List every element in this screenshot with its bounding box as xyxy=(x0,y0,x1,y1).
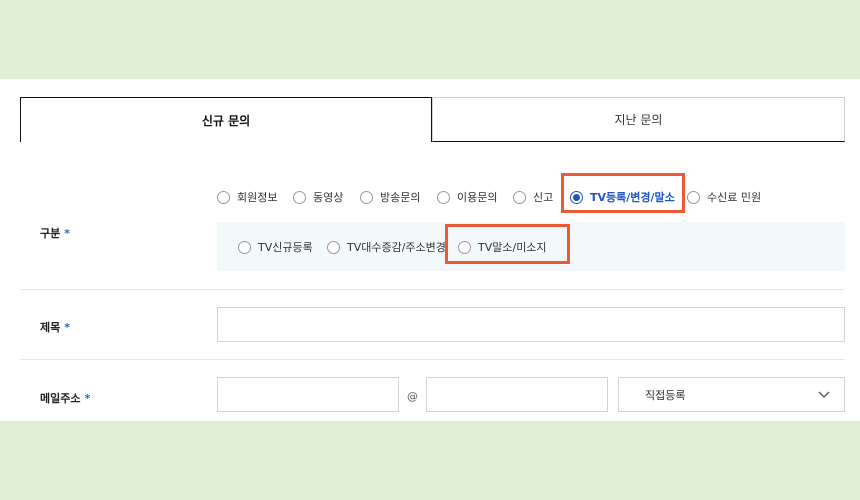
radio-tv-registration[interactable]: TV등록/변경/말소 xyxy=(570,189,675,205)
radio-license-fee[interactable]: 수신료 민원 xyxy=(687,189,761,205)
row-divider xyxy=(20,359,845,360)
radio-circle-icon xyxy=(687,190,700,204)
radio-label: 신고 xyxy=(533,191,554,204)
radio-label: TV말소/미소지 xyxy=(478,241,547,254)
tab-past-inquiry[interactable]: 지난 문의 xyxy=(432,97,845,142)
radio-label: 수신료 민원 xyxy=(707,191,762,204)
radio-circle-icon xyxy=(327,240,340,254)
radio-tv-deregister[interactable]: TV말소/미소지 xyxy=(458,239,547,255)
at-symbol: @ xyxy=(407,390,418,403)
email-domain-input[interactable] xyxy=(426,377,608,412)
radio-label: 회원정보 xyxy=(237,191,278,204)
radio-circle-icon xyxy=(217,190,230,204)
radio-broadcast[interactable]: 방송문의 xyxy=(360,189,420,205)
radio-label: 이용문의 xyxy=(457,191,498,204)
category-label: 구분 * xyxy=(40,225,70,241)
radio-circle-icon xyxy=(238,240,251,254)
required-mark: * xyxy=(84,392,91,405)
radio-circle-icon xyxy=(437,190,450,204)
radio-tv-new[interactable]: TV신규등록 xyxy=(238,239,313,255)
radio-label: TV대수증감/주소변경 xyxy=(347,241,446,254)
title-input[interactable] xyxy=(217,307,845,342)
sub-category-box: TV신규등록 TV대수증감/주소변경 TV말소/미소지 xyxy=(217,222,845,271)
category-label-text: 구분 xyxy=(40,227,61,240)
radio-video[interactable]: 동영상 xyxy=(293,189,343,205)
radio-label: 동영상 xyxy=(313,191,344,204)
tab-new-inquiry[interactable]: 신규 문의 xyxy=(20,97,432,142)
radio-usage[interactable]: 이용문의 xyxy=(437,189,497,205)
radio-label: TV등록/변경/말소 xyxy=(590,191,675,204)
radio-checked-icon xyxy=(570,190,583,204)
title-label: 제목 * xyxy=(40,319,70,335)
email-domain-select-value: 직접등록 xyxy=(645,388,686,402)
required-mark: * xyxy=(64,227,71,240)
radio-circle-icon xyxy=(513,190,526,204)
chevron-down-icon xyxy=(818,391,830,398)
email-label-text: 메일주소 xyxy=(40,392,81,405)
radio-label: 방송문의 xyxy=(380,191,421,204)
radio-report[interactable]: 신고 xyxy=(513,189,553,205)
title-label-text: 제목 xyxy=(40,321,61,334)
radio-circle-icon xyxy=(293,190,306,204)
email-local-input[interactable] xyxy=(217,377,399,412)
row-divider xyxy=(20,289,845,290)
radio-circle-icon xyxy=(360,190,373,204)
radio-member-info[interactable]: 회원정보 xyxy=(217,189,277,205)
inquiry-tabs: 신규 문의 지난 문의 xyxy=(20,97,845,142)
radio-tv-count-address[interactable]: TV대수증감/주소변경 xyxy=(327,239,446,255)
required-mark: * xyxy=(64,321,71,334)
email-label: 메일주소 * xyxy=(40,390,90,406)
email-domain-select[interactable]: 직접등록 xyxy=(618,377,845,412)
radio-label: TV신규등록 xyxy=(258,241,313,254)
inquiry-form-panel: 신규 문의 지난 문의 구분 * 회원정보 동영상 방송문의 이용문의 신고 TV… xyxy=(0,79,860,421)
radio-circle-icon xyxy=(458,240,471,254)
